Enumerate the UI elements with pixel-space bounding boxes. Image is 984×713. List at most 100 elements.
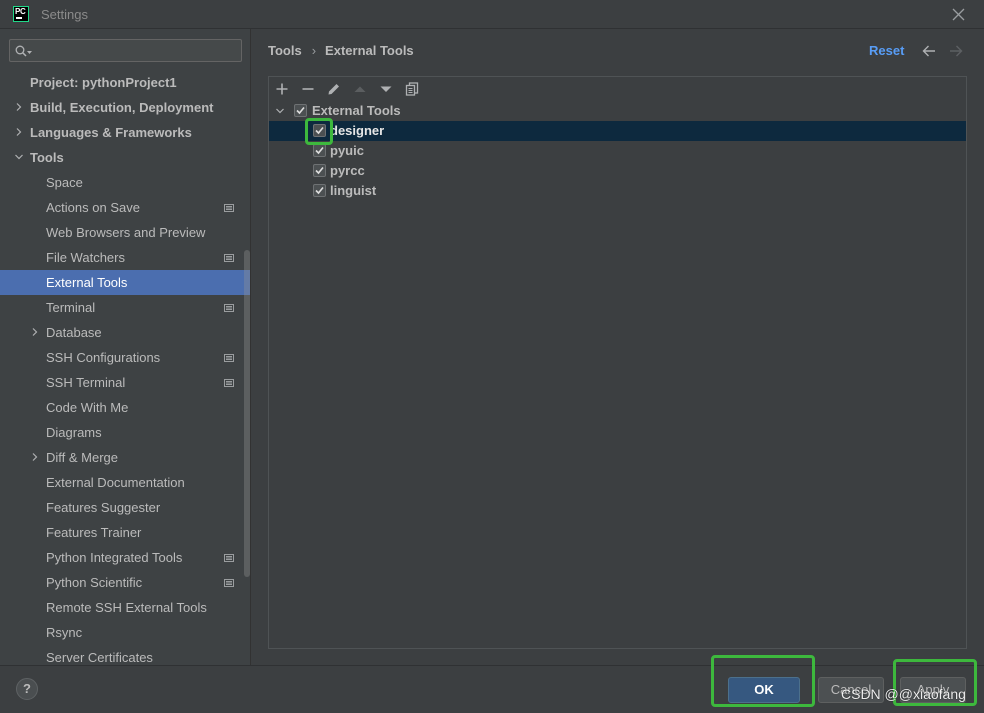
- breadcrumb: Tools › External Tools: [268, 43, 414, 59]
- sidebar-item-project[interactable]: Project: pythonProject1: [0, 70, 250, 95]
- checkbox[interactable]: [313, 184, 326, 197]
- sidebar-item-rsync[interactable]: Rsync: [0, 620, 250, 645]
- title-bar: PC Settings: [0, 0, 984, 29]
- sidebar-item-label: Diff & Merge: [46, 450, 119, 465]
- sidebar-item-label: Project: pythonProject1: [30, 75, 177, 90]
- chevron-right-icon[interactable]: [14, 127, 24, 137]
- chevron-right-icon[interactable]: [30, 452, 40, 462]
- sidebar-item-languages-frameworks[interactable]: Languages & Frameworks: [0, 120, 250, 145]
- sidebar-item-label: External Tools: [46, 275, 128, 290]
- sidebar-item-remote-ssh-external-tools[interactable]: Remote SSH External Tools: [0, 595, 250, 620]
- move-up-icon: [353, 82, 367, 96]
- sidebar-scrollbar[interactable]: [244, 250, 250, 577]
- sidebar-item-terminal[interactable]: Terminal: [0, 295, 250, 320]
- sidebar-item-label: Python Integrated Tools: [46, 550, 183, 565]
- search-field[interactable]: [9, 39, 242, 62]
- sidebar-item-ssh-terminal[interactable]: SSH Terminal: [0, 370, 250, 395]
- sidebar-item-label: Diagrams: [46, 425, 102, 440]
- sidebar-item-label: Tools: [30, 150, 64, 165]
- sidebar-item-space[interactable]: Space: [0, 170, 250, 195]
- sidebar-item-server-certificates[interactable]: Server Certificates: [0, 645, 250, 665]
- tree-item-label: pyrcc: [330, 163, 365, 178]
- sidebar-item-label: Actions on Save: [46, 200, 140, 215]
- project-settings-icon: [224, 578, 234, 588]
- checkbox[interactable]: [294, 104, 307, 117]
- chevron-right-icon[interactable]: [30, 327, 40, 337]
- sidebar-item-code-with-me[interactable]: Code With Me: [0, 395, 250, 420]
- arrow-right-icon: [949, 45, 963, 57]
- sidebar-item-label: Remote SSH External Tools: [46, 600, 207, 615]
- sidebar-item-label: Server Certificates: [46, 650, 153, 665]
- tree-item-pyrcc[interactable]: pyrcc: [269, 161, 966, 181]
- sidebar-item-diff-merge[interactable]: Diff & Merge: [0, 445, 250, 470]
- checkbox[interactable]: [313, 164, 326, 177]
- breadcrumb-item-current: External Tools: [325, 43, 414, 58]
- external-tools-toolbar: [269, 77, 966, 100]
- settings-sidebar: Project: pythonProject1 Build, Execution…: [0, 29, 251, 665]
- project-settings-icon: [224, 353, 234, 363]
- sidebar-item-label: Languages & Frameworks: [30, 125, 192, 140]
- sidebar-item-label: File Watchers: [46, 250, 125, 265]
- tree-item-designer[interactable]: designer: [269, 121, 966, 141]
- sidebar-item-label: SSH Terminal: [46, 375, 126, 390]
- sidebar-item-features-suggester[interactable]: Features Suggester: [0, 495, 250, 520]
- sidebar-item-actions-on-save[interactable]: Actions on Save: [0, 195, 250, 220]
- sidebar-item-database[interactable]: Database: [0, 320, 250, 345]
- tree-item-label: linguist: [330, 183, 377, 198]
- sidebar-tree: Project: pythonProject1 Build, Execution…: [0, 70, 250, 665]
- search-input[interactable]: [36, 41, 236, 60]
- tree-item-linguist[interactable]: linguist: [269, 181, 966, 201]
- external-tools-tree: External Tools designer pyuic pyrcc ling…: [269, 101, 966, 201]
- window-title: Settings: [41, 7, 88, 22]
- project-settings-icon: [224, 553, 234, 563]
- sidebar-item-label: Features Trainer: [46, 525, 142, 540]
- chevron-right-icon[interactable]: [14, 102, 24, 112]
- sidebar-item-external-documentation[interactable]: External Documentation: [0, 470, 250, 495]
- tree-group-external-tools[interactable]: External Tools: [269, 101, 966, 121]
- checkbox[interactable]: [313, 124, 326, 137]
- reset-link[interactable]: Reset: [869, 43, 904, 59]
- move-down-icon[interactable]: [379, 82, 393, 96]
- chevron-down-icon[interactable]: [14, 152, 24, 162]
- tree-item-label: designer: [330, 123, 385, 138]
- sidebar-item-external-tools[interactable]: External Tools: [0, 270, 250, 295]
- sidebar-item-build-execution-deployment[interactable]: Build, Execution, Deployment: [0, 95, 250, 120]
- ok-button[interactable]: OK: [728, 677, 800, 703]
- sidebar-item-web-browsers[interactable]: Web Browsers and Preview: [0, 220, 250, 245]
- checkbox[interactable]: [313, 144, 326, 157]
- help-icon[interactable]: ?: [16, 678, 38, 700]
- tree-item-pyuic[interactable]: pyuic: [269, 141, 966, 161]
- sidebar-item-python-scientific[interactable]: Python Scientific: [0, 570, 250, 595]
- sidebar-item-label: Build, Execution, Deployment: [30, 100, 214, 115]
- sidebar-item-label: Python Scientific: [46, 575, 143, 590]
- watermark: CSDN @@xiaofang: [841, 686, 966, 702]
- search-icon[interactable]: [15, 45, 33, 57]
- sidebar-item-label: Terminal: [46, 300, 96, 315]
- external-tools-panel: External Tools designer pyuic pyrcc ling…: [268, 76, 967, 649]
- app-icon-text: PC: [15, 7, 26, 16]
- edit-icon[interactable]: [327, 82, 341, 96]
- tree-item-label: pyuic: [330, 143, 364, 158]
- pycharm-logo-icon: PC: [13, 6, 29, 22]
- close-icon[interactable]: [952, 8, 965, 21]
- tree-group-label: External Tools: [312, 103, 401, 118]
- breadcrumb-item-tools[interactable]: Tools: [268, 43, 302, 58]
- sidebar-item-label: Web Browsers and Preview: [46, 225, 206, 240]
- sidebar-item-features-trainer[interactable]: Features Trainer: [0, 520, 250, 545]
- sidebar-item-label: Database: [46, 325, 102, 340]
- sidebar-item-python-integrated-tools[interactable]: Python Integrated Tools: [0, 545, 250, 570]
- sidebar-item-label: SSH Configurations: [46, 350, 161, 365]
- sidebar-item-label: External Documentation: [46, 475, 185, 490]
- arrow-left-icon[interactable]: [922, 45, 936, 57]
- copy-icon[interactable]: [405, 81, 419, 96]
- chevron-down-icon[interactable]: [275, 106, 285, 116]
- sidebar-item-ssh-configurations[interactable]: SSH Configurations: [0, 345, 250, 370]
- project-settings-icon: [224, 378, 234, 388]
- remove-icon[interactable]: [301, 82, 315, 96]
- sidebar-item-tools[interactable]: Tools: [0, 145, 250, 170]
- add-icon[interactable]: [275, 82, 289, 96]
- sidebar-item-label: Rsync: [46, 625, 83, 640]
- sidebar-item-file-watchers[interactable]: File Watchers: [0, 245, 250, 270]
- sidebar-item-label: Features Suggester: [46, 500, 161, 515]
- sidebar-item-diagrams[interactable]: Diagrams: [0, 420, 250, 445]
